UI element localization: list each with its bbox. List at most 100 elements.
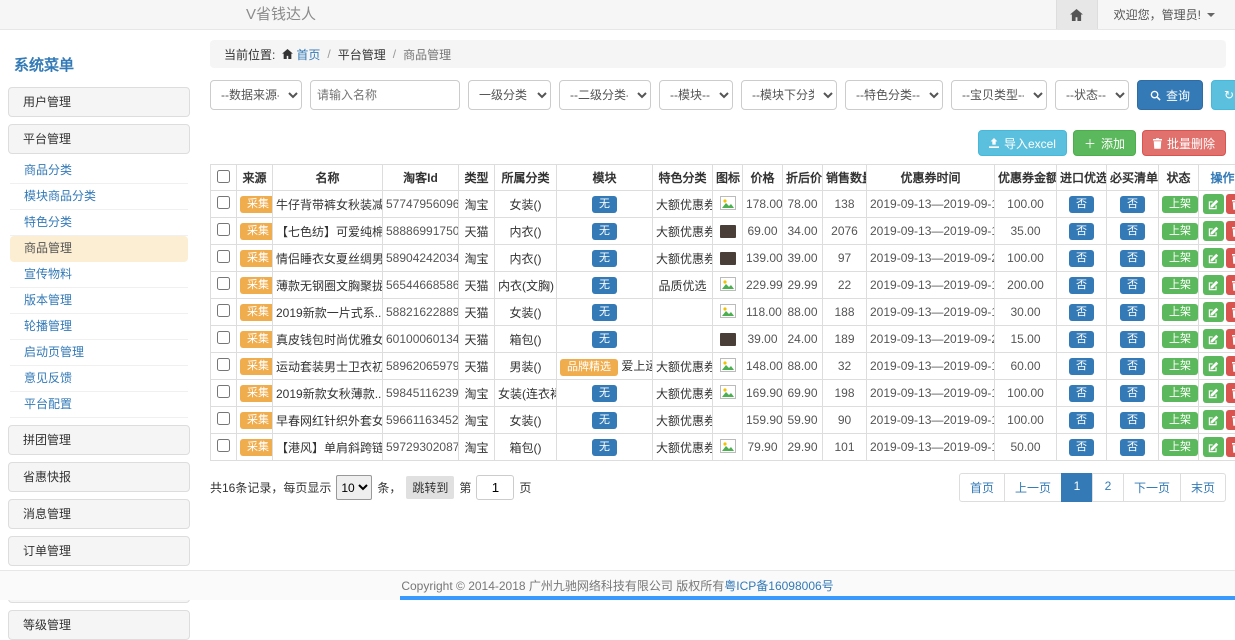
must-buy-badge[interactable]: 否	[1120, 304, 1145, 321]
per-page-select[interactable]: 10	[336, 475, 372, 500]
user-menu[interactable]: 欢迎您，管理员!	[1098, 0, 1235, 29]
jump-page-input[interactable]	[476, 475, 514, 500]
must-buy-badge[interactable]: 否	[1120, 412, 1145, 429]
row-checkbox[interactable]	[217, 250, 230, 263]
status-badge[interactable]: 上架	[1162, 439, 1198, 456]
must-buy-badge[interactable]: 否	[1120, 196, 1145, 213]
must-buy-badge[interactable]: 否	[1120, 277, 1145, 294]
status-badge[interactable]: 上架	[1162, 196, 1198, 213]
delete-button[interactable]	[1226, 329, 1235, 349]
batch-delete-button[interactable]: 批量删除	[1142, 130, 1226, 156]
imported-badge[interactable]: 否	[1069, 385, 1094, 402]
sidebar-item-4[interactable]: 特色分类	[10, 210, 188, 236]
sidebar-section-15[interactable]: 订单管理	[8, 536, 190, 566]
status-badge[interactable]: 上架	[1162, 277, 1198, 294]
status-filter[interactable]: --状态--	[1055, 80, 1129, 110]
row-checkbox[interactable]	[217, 331, 230, 344]
delete-button[interactable]	[1226, 248, 1235, 268]
imported-badge[interactable]: 否	[1069, 412, 1094, 429]
row-checkbox[interactable]	[217, 277, 230, 290]
imported-badge[interactable]: 否	[1069, 358, 1094, 375]
edit-button[interactable]	[1203, 356, 1224, 376]
sidebar-item-6[interactable]: 宣传物料	[10, 262, 188, 288]
edit-button[interactable]	[1203, 302, 1224, 322]
sidebar-item-3[interactable]: 模块商品分类	[10, 184, 188, 210]
delete-button[interactable]	[1226, 221, 1235, 241]
sidebar-item-10[interactable]: 意见反馈	[10, 366, 188, 392]
delete-button[interactable]	[1226, 437, 1235, 457]
feature-filter[interactable]: --特色分类--	[845, 80, 943, 110]
delete-button[interactable]	[1226, 383, 1235, 403]
imported-badge[interactable]: 否	[1069, 277, 1094, 294]
sidebar-section-12[interactable]: 拼团管理	[8, 425, 190, 455]
module-sub-filter[interactable]: --模块下分类--	[741, 80, 837, 110]
delete-button[interactable]	[1226, 356, 1235, 376]
delete-button[interactable]	[1226, 275, 1235, 295]
breadcrumb-home-link[interactable]: 首页	[282, 46, 320, 63]
must-buy-badge[interactable]: 否	[1120, 439, 1145, 456]
imported-badge[interactable]: 否	[1069, 250, 1094, 267]
status-badge[interactable]: 上架	[1162, 385, 1198, 402]
name-search-input[interactable]	[310, 80, 460, 110]
status-badge[interactable]: 上架	[1162, 412, 1198, 429]
import-excel-button[interactable]: 导入excel	[978, 130, 1067, 156]
row-checkbox[interactable]	[217, 358, 230, 371]
sidebar-item-9[interactable]: 启动页管理	[10, 340, 188, 366]
status-badge[interactable]: 上架	[1162, 358, 1198, 375]
edit-button[interactable]	[1203, 410, 1224, 430]
sidebar-section-13[interactable]: 省惠快报	[8, 462, 190, 492]
page-next[interactable]: 下一页	[1123, 473, 1181, 502]
edit-button[interactable]	[1203, 194, 1224, 214]
sidebar-section-0[interactable]: 用户管理	[8, 87, 190, 117]
must-buy-badge[interactable]: 否	[1120, 331, 1145, 348]
page-1[interactable]: 1	[1061, 473, 1093, 502]
edit-button[interactable]	[1203, 221, 1224, 241]
delete-button[interactable]	[1226, 410, 1235, 430]
row-checkbox[interactable]	[217, 223, 230, 236]
sidebar-item-8[interactable]: 轮播管理	[10, 314, 188, 340]
row-checkbox[interactable]	[217, 412, 230, 425]
row-checkbox[interactable]	[217, 439, 230, 452]
home-button[interactable]	[1056, 0, 1098, 29]
status-badge[interactable]: 上架	[1162, 223, 1198, 240]
row-checkbox[interactable]	[217, 385, 230, 398]
module-filter[interactable]: --模块--	[659, 80, 733, 110]
status-badge[interactable]: 上架	[1162, 331, 1198, 348]
category1-filter[interactable]: 一级分类	[468, 80, 551, 110]
search-button[interactable]: 查询	[1137, 80, 1203, 110]
must-buy-badge[interactable]: 否	[1120, 223, 1145, 240]
status-badge[interactable]: 上架	[1162, 304, 1198, 321]
must-buy-badge[interactable]: 否	[1120, 250, 1145, 267]
edit-button[interactable]	[1203, 329, 1224, 349]
edit-button[interactable]	[1203, 248, 1224, 268]
imported-badge[interactable]: 否	[1069, 196, 1094, 213]
sidebar-item-11[interactable]: 平台配置	[10, 392, 188, 418]
imported-badge[interactable]: 否	[1069, 223, 1094, 240]
reset-button[interactable]: ↻重置	[1211, 80, 1235, 110]
sidebar-section-14[interactable]: 消息管理	[8, 499, 190, 529]
sidebar-item-7[interactable]: 版本管理	[10, 288, 188, 314]
sidebar-section-1[interactable]: 平台管理	[8, 124, 190, 154]
icp-link[interactable]: 粤ICP备16098006号	[724, 577, 833, 594]
imported-badge[interactable]: 否	[1069, 304, 1094, 321]
row-checkbox[interactable]	[217, 196, 230, 209]
imported-badge[interactable]: 否	[1069, 439, 1094, 456]
must-buy-badge[interactable]: 否	[1120, 358, 1145, 375]
sidebar-section-17[interactable]: 等级管理	[8, 610, 190, 640]
add-button[interactable]: ＋ 添加	[1073, 130, 1136, 156]
source-filter[interactable]: --数据来源--	[210, 80, 302, 110]
select-all-checkbox[interactable]	[217, 170, 230, 183]
sidebar-item-2[interactable]: 商品分类	[10, 158, 188, 184]
page-2[interactable]: 2	[1092, 473, 1124, 502]
must-buy-badge[interactable]: 否	[1120, 385, 1145, 402]
status-badge[interactable]: 上架	[1162, 250, 1198, 267]
category2-filter[interactable]: --二级分类--	[559, 80, 651, 110]
jump-button[interactable]: 跳转到	[406, 476, 454, 499]
edit-button[interactable]	[1203, 383, 1224, 403]
imported-badge[interactable]: 否	[1069, 331, 1094, 348]
page-last[interactable]: 末页	[1180, 473, 1226, 502]
edit-button[interactable]	[1203, 437, 1224, 457]
item-type-filter[interactable]: --宝贝类型--	[951, 80, 1047, 110]
edit-button[interactable]	[1203, 275, 1224, 295]
page-first[interactable]: 首页	[959, 473, 1005, 502]
